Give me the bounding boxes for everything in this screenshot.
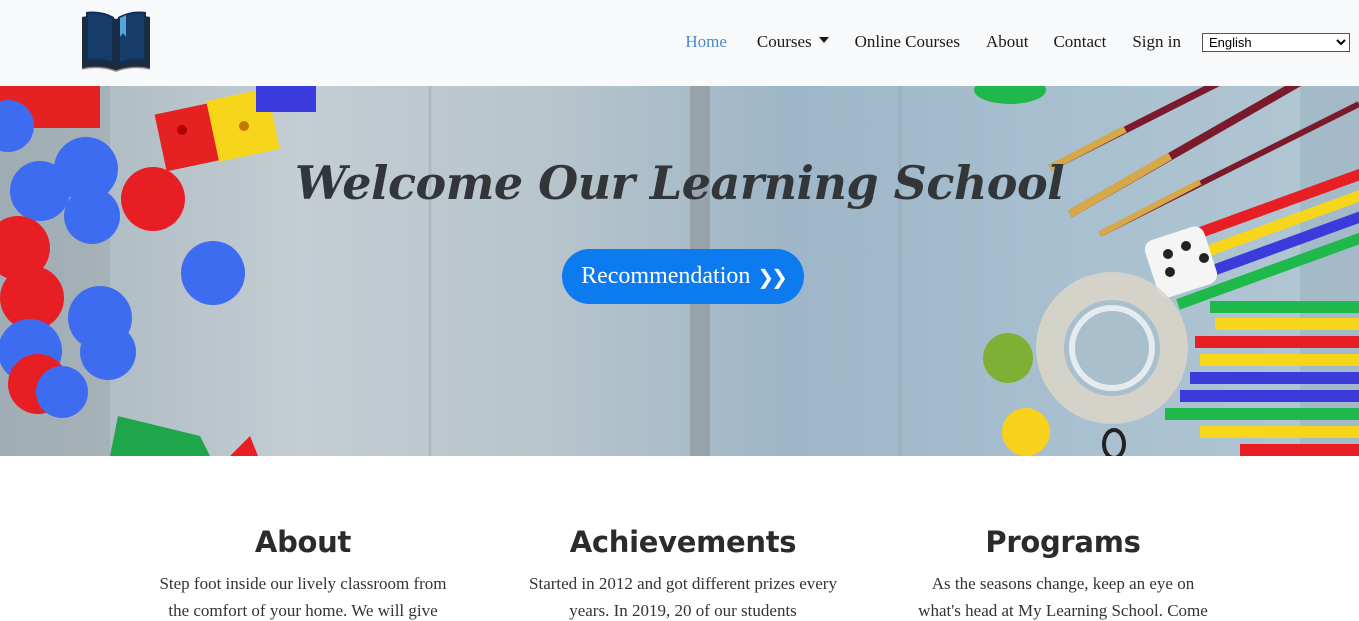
achievements-section: Achievements Started in 2012 and got dif… bbox=[513, 520, 853, 621]
recommendation-button[interactable]: Recommendation ❯❯ bbox=[562, 249, 804, 304]
about-section: About Step foot inside our lively classr… bbox=[133, 520, 473, 621]
programs-heading: Programs bbox=[985, 525, 1141, 559]
achievements-heading: Achievements bbox=[569, 525, 797, 559]
achievements-text: Started in 2012 and got different prizes… bbox=[529, 574, 837, 620]
hero-title: Welcome Our Learning School bbox=[294, 156, 1065, 210]
about-heading: About bbox=[254, 525, 352, 559]
nav-signin-link[interactable]: Sign in bbox=[1132, 29, 1181, 55]
programs-text: As the seasons change, keep an eye on wh… bbox=[918, 574, 1208, 620]
nav-contact-link[interactable]: Contact bbox=[1053, 29, 1106, 55]
about-text: Step foot inside our lively classroom fr… bbox=[159, 574, 447, 620]
hero-banner: Welcome Our Learning School Recommendati… bbox=[0, 86, 1359, 456]
navbar: Home Courses Online Courses About Contac… bbox=[0, 0, 1359, 86]
nav-courses-dropdown[interactable]: Courses bbox=[757, 29, 829, 55]
nav-online-courses-link[interactable]: Online Courses bbox=[855, 29, 960, 55]
language-select[interactable]: English bbox=[1202, 32, 1350, 52]
nav-home-link[interactable]: Home bbox=[685, 29, 727, 55]
programs-section: Programs As the seasons change, keep an … bbox=[893, 520, 1233, 621]
caret-down-icon bbox=[818, 37, 829, 43]
double-chevron-right-icon: ❯❯ bbox=[757, 264, 787, 289]
nav-links: Home Courses Online Courses About Contac… bbox=[685, 29, 1359, 55]
recommendation-label: Recommendation bbox=[581, 263, 751, 289]
nav-courses-label: Courses bbox=[756, 32, 812, 51]
book-logo-icon[interactable] bbox=[79, 9, 153, 75]
nav-about-link[interactable]: About bbox=[986, 29, 1029, 55]
